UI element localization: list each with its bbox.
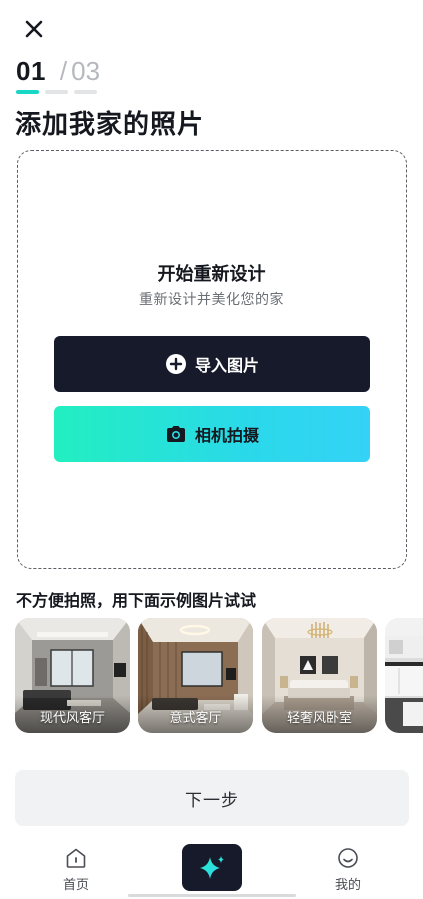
camera-icon [165,423,187,445]
import-image-label: 导入图片 [194,356,259,375]
sample-image-list: 现代风客厅 意式客厅 轻奢风卧室 [15,618,423,733]
camera-capture-button[interactable]: 相机拍摄 [54,406,370,462]
close-button[interactable] [22,17,46,41]
home-indicator [128,894,296,897]
camera-capture-label: 相机拍摄 [194,426,259,445]
progress-segment [16,90,39,94]
step-total: 03 [71,56,101,86]
sample-card-luxury-bedroom[interactable]: 轻奢风卧室 [262,618,377,733]
tab-home-label: 首页 [62,878,89,893]
sample-section-title: 不方便拍照，用下面示例图片试试 [16,591,257,610]
sample-card-kitchen[interactable] [385,618,423,733]
import-image-button[interactable]: 导入图片 [54,336,370,392]
bottom-tab-bar: 首页 我的 [0,832,423,899]
step-progress-bar [16,90,97,94]
upload-heading: 开始重新设计 [157,264,266,285]
sample-card-label: 意式客厅 [169,711,222,726]
progress-segment [45,90,68,94]
tab-mine[interactable]: 我的 [318,846,378,893]
sample-card-modern-living-room[interactable]: 现代风客厅 [15,618,130,733]
step-indicator: 01 / 03 [16,56,100,87]
step-separator: / [59,56,68,86]
tab-mine-label: 我的 [334,878,361,893]
sparkle-icon [200,855,224,879]
sample-card-label: 现代风客厅 [39,711,105,726]
upload-subtitle: 重新设计并美化您的家 [139,292,284,308]
sample-image [385,618,423,733]
next-step-button[interactable]: 下一步 [15,770,409,826]
smile-face-icon [338,848,358,868]
home-icon [66,848,86,868]
ai-design-button[interactable] [182,844,242,891]
page-title: 添加我家的照片 [15,110,205,140]
step-current: 01 [16,56,46,86]
progress-segment [74,90,97,94]
tab-home[interactable]: 首页 [46,846,106,893]
plus-circle-icon [165,353,187,375]
sample-card-label: 轻奢风卧室 [286,711,352,726]
sample-card-italian-living-room[interactable]: 意式客厅 [138,618,253,733]
close-icon [25,20,43,38]
